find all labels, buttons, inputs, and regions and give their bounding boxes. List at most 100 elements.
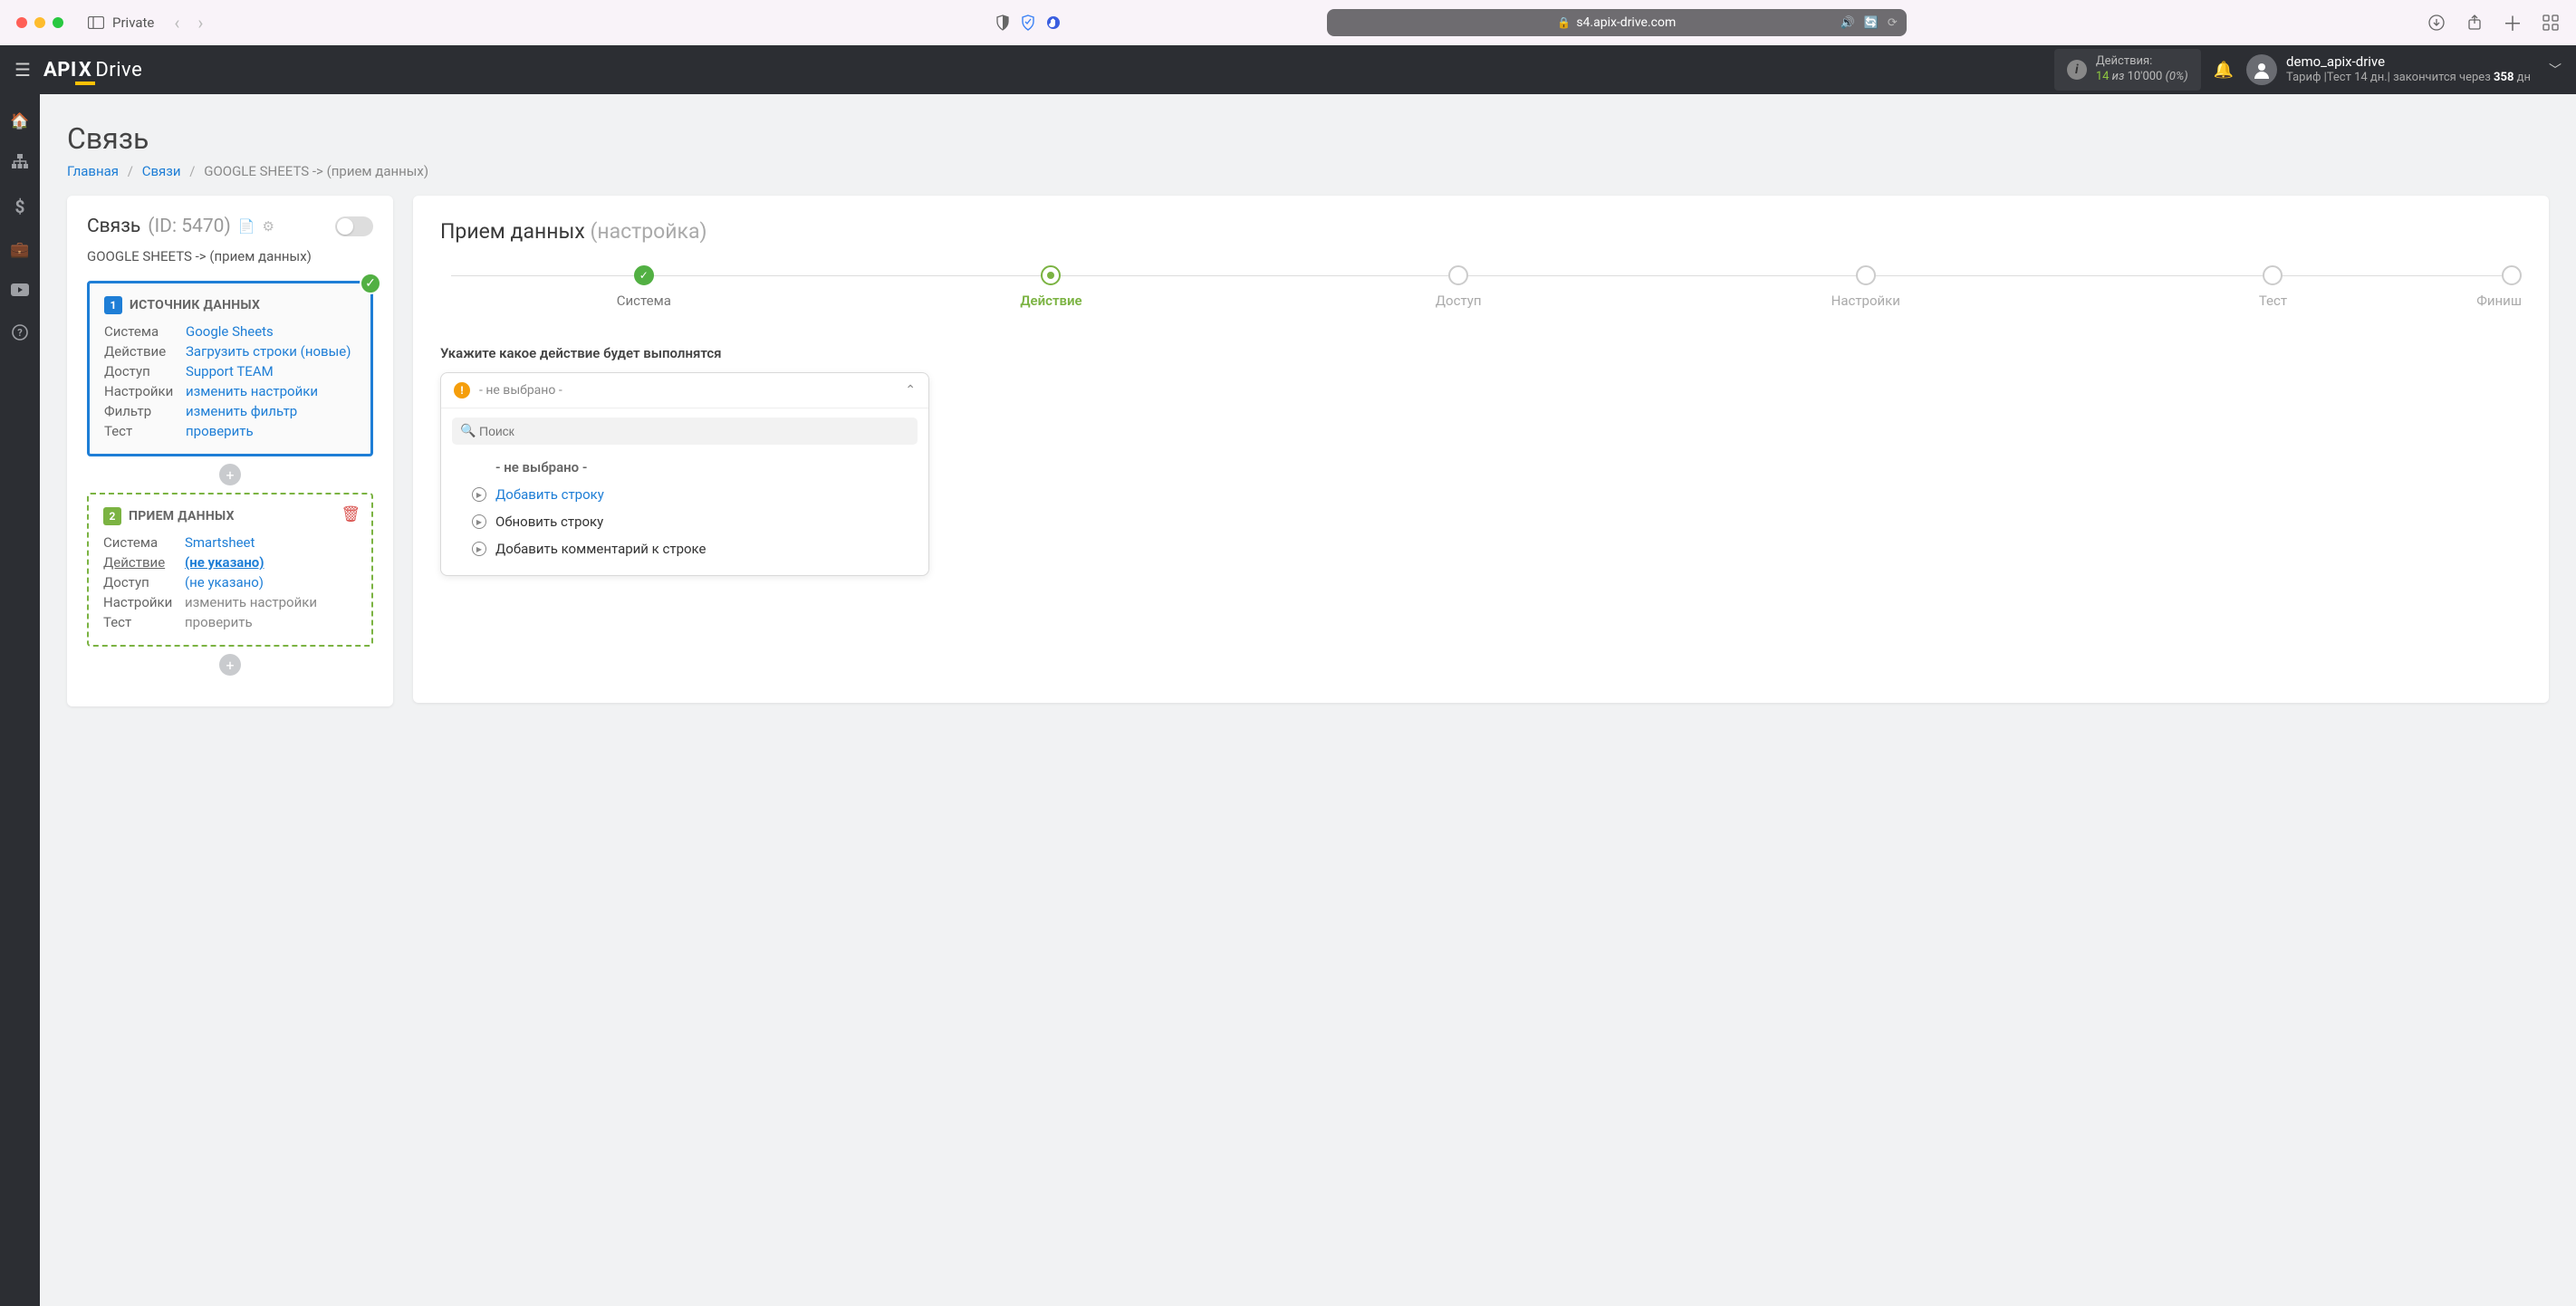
option-add-row[interactable]: ▶ Добавить строку: [452, 481, 918, 508]
src-system-v[interactable]: Google Sheets: [186, 323, 356, 340]
user-menu[interactable]: demo_apix-drive Тариф |Тест 14 дн.| зако…: [2246, 53, 2531, 86]
dropdown-search-input[interactable]: [452, 418, 918, 445]
step-circle-system[interactable]: ✓: [634, 265, 654, 285]
maximize-window-button[interactable]: [53, 17, 63, 28]
help-icon[interactable]: ?: [12, 324, 28, 345]
logo[interactable]: APIXDrive: [43, 59, 142, 82]
chevron-up-icon: ⌃: [905, 383, 916, 398]
option-add-row-label: Добавить строку: [495, 486, 604, 503]
lock-icon: 🔒: [1557, 16, 1571, 29]
share-icon[interactable]: [2465, 14, 2484, 32]
dollar-icon[interactable]: $: [15, 197, 25, 217]
forward-button[interactable]: ›: [192, 12, 208, 34]
actions-max: 10'000: [2128, 70, 2163, 83]
tariff-pre: Тариф |Тест 14 дн.| закончится через: [2286, 71, 2494, 84]
step-label-access: Доступ: [1436, 293, 1482, 309]
actions-counter: i Действия: 14 из 10'000 (0%): [2054, 49, 2201, 91]
delete-icon[interactable]: 🗑: [341, 505, 360, 523]
actions-label: Действия:: [2096, 54, 2188, 70]
step-label-test: Тест: [2259, 293, 2287, 309]
src-access-l: Доступ: [104, 363, 186, 379]
src-settings-l: Настройки: [104, 383, 186, 399]
src-settings-v[interactable]: изменить настройки: [186, 383, 356, 399]
youtube-icon[interactable]: [11, 283, 29, 301]
step-circle-test[interactable]: [2263, 265, 2283, 285]
link-card: Связь (ID: 5470) 📄 ⚙ GOOGLE SHEETS -> (п…: [67, 196, 393, 706]
shield-check-icon[interactable]: [1019, 14, 1037, 32]
actions-of: из: [2109, 70, 2127, 83]
tabs-grid-icon[interactable]: [2542, 14, 2560, 32]
rcv-system-v[interactable]: Smartsheet: [185, 534, 357, 551]
reload-icon[interactable]: ⟳: [1888, 16, 1898, 30]
step-num-1: 1: [104, 296, 122, 314]
translate-icon[interactable]: 🔄: [1864, 16, 1879, 30]
action-field-label: Укажите какое действие будет выполнятся: [440, 345, 2522, 361]
url-bar[interactable]: 🔒 s4.apix-drive.com 🔊 🔄 ⟳: [1327, 9, 1907, 36]
receiver-step-box[interactable]: 🗑 2 ПРИЕМ ДАННЫХ Система Smartsheet Дейс…: [87, 493, 373, 647]
step-circle-action[interactable]: [1041, 265, 1061, 285]
back-button[interactable]: ‹: [168, 12, 185, 34]
add-step-button-2[interactable]: +: [219, 654, 241, 676]
warning-icon: !: [454, 382, 470, 399]
src-filter-v[interactable]: изменить фильтр: [186, 403, 356, 419]
mute-icon[interactable]: 🔊: [1841, 16, 1855, 30]
icon-sidebar: 🏠 $ 💼 ?: [0, 94, 40, 1306]
right-title: Прием данных: [440, 219, 585, 244]
rcv-access-v[interactable]: (не указано): [185, 574, 357, 591]
app-header: ☰ APIXDrive i Действия: 14 из 10'000 (0%…: [0, 45, 2576, 94]
card-subtitle: GOOGLE SHEETS -> (прием данных): [87, 248, 373, 264]
src-action-l: Действие: [104, 343, 186, 360]
search-icon: 🔍: [460, 424, 476, 438]
url-text: s4.apix-drive.com: [1576, 15, 1676, 30]
rcv-test-l: Тест: [103, 614, 185, 630]
close-window-button[interactable]: [16, 17, 27, 28]
sidebar-toggle-icon[interactable]: [87, 14, 105, 32]
play-icon: ▶: [472, 514, 486, 529]
source-step-box[interactable]: ✓ 1 ИСТОЧНИК ДАННЫХ Система Google Sheet…: [87, 281, 373, 456]
logo-api: API: [43, 59, 77, 82]
src-system-l: Система: [104, 323, 186, 340]
page-title: Связь: [67, 121, 2549, 156]
sitemap-icon[interactable]: [12, 154, 28, 173]
download-icon[interactable]: [2427, 14, 2446, 32]
src-test-l: Тест: [104, 423, 186, 439]
browser-chrome: Private ‹ › 🔒 s4.apix-drive.com 🔊 🔄 ⟳ ＋: [0, 0, 2576, 45]
enable-toggle[interactable]: [335, 216, 373, 236]
dropdown-toggle[interactable]: ! - не выбрано - ⌃: [441, 373, 928, 408]
minimize-window-button[interactable]: [34, 17, 45, 28]
briefcase-icon[interactable]: 💼: [10, 241, 29, 259]
shield-half-icon[interactable]: [994, 14, 1012, 32]
option-update-row[interactable]: ▶ Обновить строку: [452, 508, 918, 535]
copy-icon[interactable]: 📄: [238, 218, 255, 235]
card-title: Связь: [87, 216, 140, 237]
rcv-action-l: Действие: [103, 554, 185, 571]
play-icon: ▶: [472, 487, 486, 502]
option-add-comment[interactable]: ▶ Добавить комментарий к строке: [452, 535, 918, 562]
rcv-settings-v: изменить настройки: [185, 594, 357, 610]
tariff-days: 358: [2494, 71, 2514, 84]
user-chevron-icon[interactable]: ﹀: [2549, 61, 2562, 79]
rcv-action-v[interactable]: (не указано): [185, 554, 357, 571]
new-tab-icon[interactable]: ＋: [2504, 14, 2522, 32]
bc-home[interactable]: Главная: [67, 163, 119, 179]
add-step-button[interactable]: +: [219, 464, 241, 485]
gear-icon[interactable]: ⚙: [262, 218, 274, 235]
step-circle-access[interactable]: [1448, 265, 1468, 285]
main-content: Связь Главная / Связи / GOOGLE SHEETS ->…: [40, 94, 2576, 1306]
option-none[interactable]: - не выбрано -: [452, 454, 918, 481]
src-test-v[interactable]: проверить: [186, 423, 356, 439]
right-title-sub: (настройка): [590, 219, 706, 244]
src-action-v[interactable]: Загрузить строки (новые): [186, 343, 356, 360]
bc-links[interactable]: Связи: [142, 163, 181, 179]
play-icon: ▶: [472, 542, 486, 556]
dropdown-value: - не выбрано -: [479, 383, 562, 398]
notifications-button[interactable]: 🔔: [2214, 61, 2234, 80]
user-name: demo_apix-drive: [2286, 53, 2531, 72]
actions-pct: (0%): [2162, 70, 2187, 83]
home-icon[interactable]: 🏠: [10, 112, 29, 130]
hand-icon[interactable]: [1044, 14, 1062, 32]
menu-button[interactable]: ☰: [14, 59, 31, 81]
step-circle-finish[interactable]: [2502, 265, 2522, 285]
src-access-v[interactable]: Support TEAM: [186, 363, 356, 379]
step-circle-settings[interactable]: [1856, 265, 1876, 285]
